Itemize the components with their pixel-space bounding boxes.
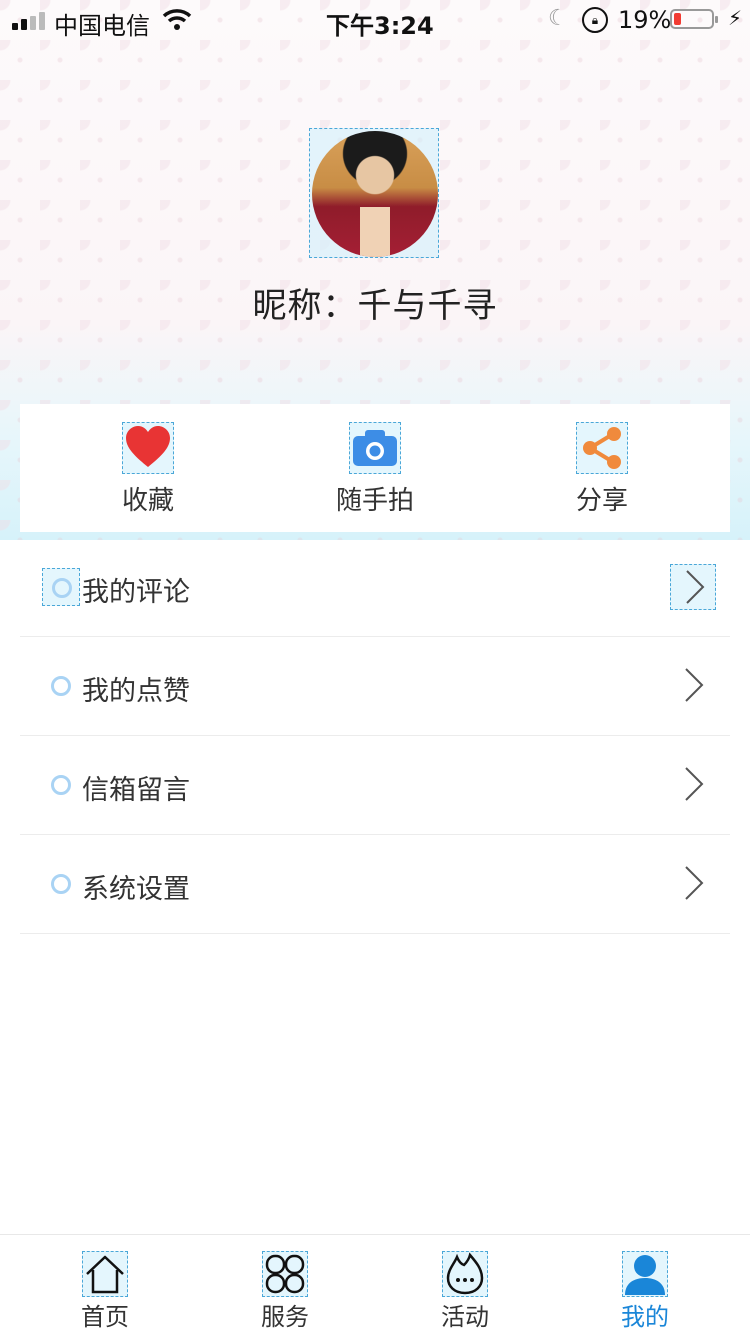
circle-bullet-icon — [42, 865, 80, 903]
favorites-button[interactable]: 收藏 — [68, 404, 228, 532]
tab-label: 活动 — [441, 1303, 489, 1331]
camera-icon — [349, 422, 401, 474]
menu-item-label: 系统设置 — [82, 874, 190, 905]
menu-item-settings[interactable]: 系统设置 — [20, 835, 730, 934]
share-icon — [576, 422, 628, 474]
flame-chat-icon — [442, 1251, 488, 1297]
menu-item-my-comments[interactable]: 我的评论 — [20, 538, 730, 637]
menu-item-label: 我的点赞 — [82, 676, 190, 707]
status-bar: 中国电信 下午3:24 ☾ 🔒︎ 19% ⚡︎ — [0, 0, 750, 40]
tab-activities[interactable]: 活动 — [405, 1235, 525, 1335]
nickname: 昵称：千与千寻 — [252, 286, 498, 326]
menu-list: 我的评论 我的点赞 信箱留言 系统设置 — [20, 538, 730, 934]
circle-bullet-icon — [42, 568, 80, 606]
tab-label: 服务 — [261, 1303, 309, 1331]
home-icon — [82, 1251, 128, 1297]
share-label: 分享 — [575, 486, 628, 516]
chevron-right-icon — [670, 861, 716, 907]
wifi-icon — [162, 9, 192, 30]
charging-icon: ⚡︎ — [728, 6, 743, 30]
moon-icon: ☾ — [548, 6, 568, 31]
circle-bullet-icon — [42, 766, 80, 804]
chevron-right-icon — [670, 564, 716, 610]
favorites-label: 收藏 — [121, 486, 174, 516]
clock: 下午3:24 — [326, 12, 434, 40]
tab-home[interactable]: 首页 — [45, 1235, 165, 1335]
menu-item-label: 信箱留言 — [82, 775, 190, 806]
user-icon — [622, 1251, 668, 1297]
signal-icon — [12, 12, 48, 30]
heart-icon — [122, 422, 174, 474]
carrier-name: 中国电信 — [54, 12, 150, 40]
battery-icon — [670, 9, 718, 29]
share-button[interactable]: 分享 — [522, 404, 682, 532]
menu-item-label: 我的评论 — [82, 577, 190, 608]
menu-item-my-likes[interactable]: 我的点赞 — [20, 637, 730, 736]
battery-percent: 19% — [618, 6, 672, 34]
rotation-lock-icon: 🔒︎ — [582, 7, 608, 33]
snapshot-button[interactable]: 随手拍 — [295, 404, 455, 532]
tab-label: 首页 — [81, 1303, 129, 1331]
menu-item-mailbox[interactable]: 信箱留言 — [20, 736, 730, 835]
chevron-right-icon — [670, 762, 716, 808]
grid-clover-icon — [262, 1251, 308, 1297]
chevron-right-icon — [670, 663, 716, 709]
tab-bar: 首页 服务 活动 我的 — [0, 1234, 750, 1335]
tab-me[interactable]: 我的 — [585, 1235, 705, 1335]
quick-actions: 收藏 随手拍 分享 — [20, 404, 730, 532]
circle-bullet-icon — [42, 667, 80, 705]
avatar-button[interactable] — [309, 128, 439, 258]
avatar — [312, 131, 438, 257]
battery-fill — [674, 13, 681, 25]
tab-services[interactable]: 服务 — [225, 1235, 345, 1335]
snapshot-label: 随手拍 — [335, 486, 414, 516]
tab-label: 我的 — [621, 1303, 669, 1331]
